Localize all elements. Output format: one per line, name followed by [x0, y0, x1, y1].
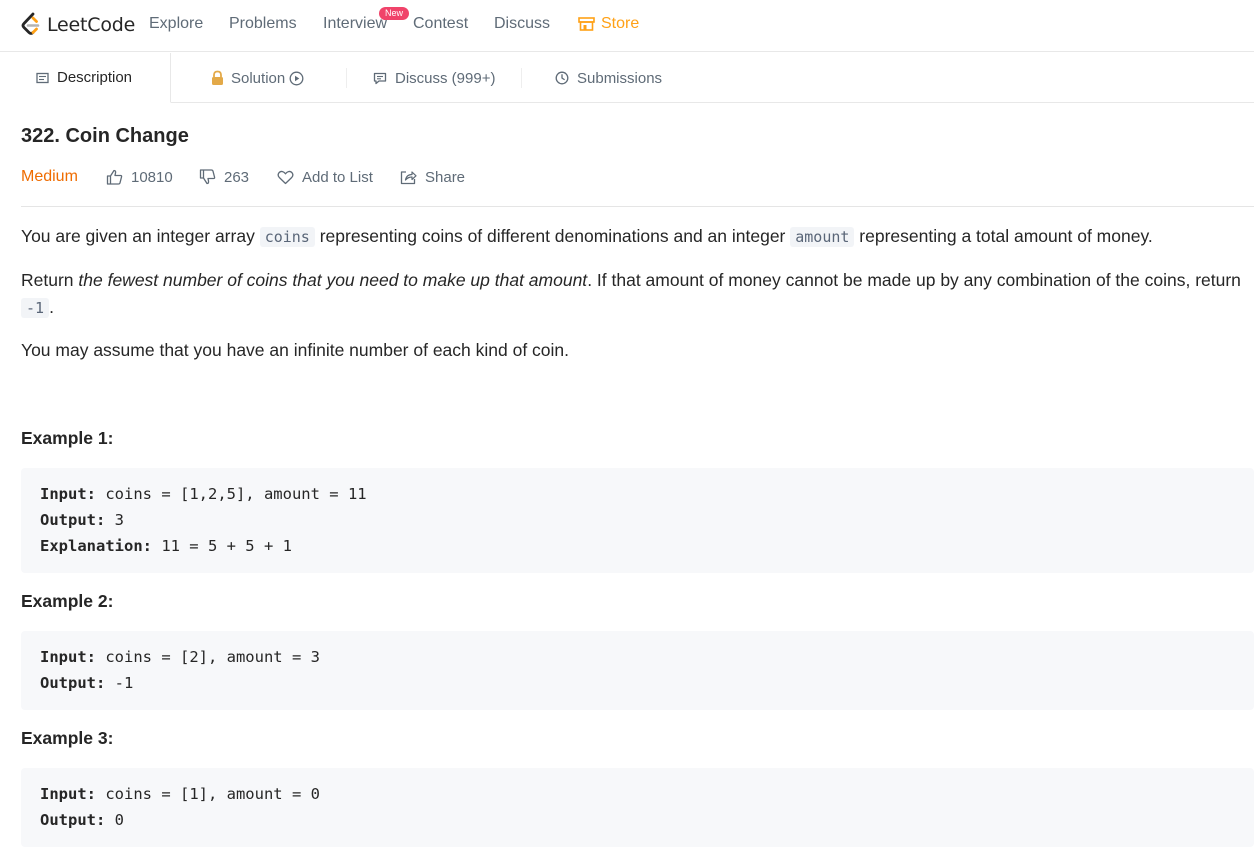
example-block: Input: coins = [2], amount = 3 Output: -…	[21, 631, 1254, 710]
example-block: Input: coins = [1], amount = 0 Output: 0	[21, 768, 1254, 847]
description-paragraph: You are given an integer array coins rep…	[21, 223, 1246, 251]
play-circle-icon	[289, 71, 304, 85]
thumbs-up-icon	[106, 169, 123, 185]
example-input: Input: coins = [2], amount = 3	[40, 648, 320, 666]
store-icon	[578, 17, 595, 31]
tab-separator	[346, 68, 347, 88]
clock-icon	[555, 71, 569, 85]
example-output: Output: 0	[40, 811, 124, 829]
problem-title: 322. Coin Change	[21, 125, 189, 147]
example-output: Output: 3	[40, 511, 124, 529]
description-text: Return	[21, 270, 79, 290]
logo-text: LeetCode	[47, 14, 136, 36]
tab-submissions-label: Submissions	[577, 69, 663, 87]
divider	[21, 206, 1254, 207]
like-button[interactable]: 10810	[106, 165, 173, 189]
inline-code: coins	[259, 227, 315, 247]
description-text: You are given an integer array	[21, 226, 260, 246]
problem-tabs: Description Solution Discuss (999+) Subm…	[0, 53, 1254, 103]
description-paragraph: Return the fewest number of coins that y…	[21, 267, 1246, 322]
heart-icon	[277, 170, 294, 184]
tab-description[interactable]: Description	[0, 53, 171, 103]
tab-solution[interactable]: Solution	[210, 53, 304, 103]
example-block: Input: coins = [1,2,5], amount = 11 Outp…	[21, 468, 1254, 573]
share-button[interactable]: Share	[400, 165, 465, 189]
example-input: Input: coins = [1,2,5], amount = 11	[40, 485, 367, 503]
example-title: Example 1:	[21, 428, 114, 448]
nav-explore[interactable]: Explore	[149, 15, 203, 33]
example-title: Example 3:	[21, 728, 114, 748]
tab-description-label: Description	[57, 69, 133, 86]
tab-discuss-label: Discuss (999+)	[395, 69, 496, 87]
nav-store[interactable]: Store	[601, 15, 639, 33]
description-text: . If that amount of money cannot be made…	[587, 270, 1241, 290]
tab-separator	[521, 68, 522, 88]
top-nav: LeetCode Explore Problems Interview New …	[0, 0, 1254, 52]
nav-contest[interactable]: Contest	[413, 15, 468, 33]
new-badge: New	[379, 7, 410, 20]
logo[interactable]: LeetCode	[20, 11, 135, 39]
description-text: representing coins of different denomina…	[314, 226, 791, 246]
inline-code: amount	[790, 227, 855, 247]
leetcode-logo-icon	[21, 12, 40, 35]
example-output: Output: -1	[40, 674, 134, 692]
thumbs-down-icon	[199, 169, 216, 185]
nav-discuss[interactable]: Discuss	[494, 15, 550, 33]
like-count: 10810	[131, 168, 173, 186]
lock-icon	[212, 70, 223, 85]
inline-code: -1	[21, 298, 50, 318]
example-input: Input: coins = [1], amount = 0	[40, 785, 320, 803]
example-title: Example 2:	[21, 591, 114, 611]
tab-solution-label: Solution	[231, 69, 286, 87]
difficulty-badge: Medium	[21, 168, 78, 185]
chat-icon	[373, 72, 387, 84]
example-explanation: Explanation: 11 = 5 + 5 + 1	[40, 537, 292, 555]
description-text: representing a total amount of money.	[854, 226, 1153, 246]
nav-interview[interactable]: Interview	[323, 15, 387, 33]
add-to-list-label: Add to List	[302, 168, 373, 186]
share-label: Share	[425, 168, 466, 186]
description-text: .	[49, 297, 54, 317]
tab-submissions[interactable]: Submissions	[555, 53, 662, 103]
share-icon	[400, 170, 417, 184]
description-icon	[36, 72, 49, 83]
dislike-count: 263	[224, 168, 250, 186]
add-to-list-button[interactable]: Add to List	[277, 165, 373, 189]
problem-meta: Medium 10810 263 Add to List Share	[21, 165, 1254, 189]
emphasis-text: the fewest number of coins that you need…	[78, 270, 588, 290]
tab-discuss[interactable]: Discuss (999+)	[373, 53, 495, 103]
nav-problems[interactable]: Problems	[229, 15, 297, 33]
dislike-button[interactable]: 263	[199, 165, 249, 189]
description-paragraph: You may assume that you have an infinite…	[21, 340, 570, 360]
